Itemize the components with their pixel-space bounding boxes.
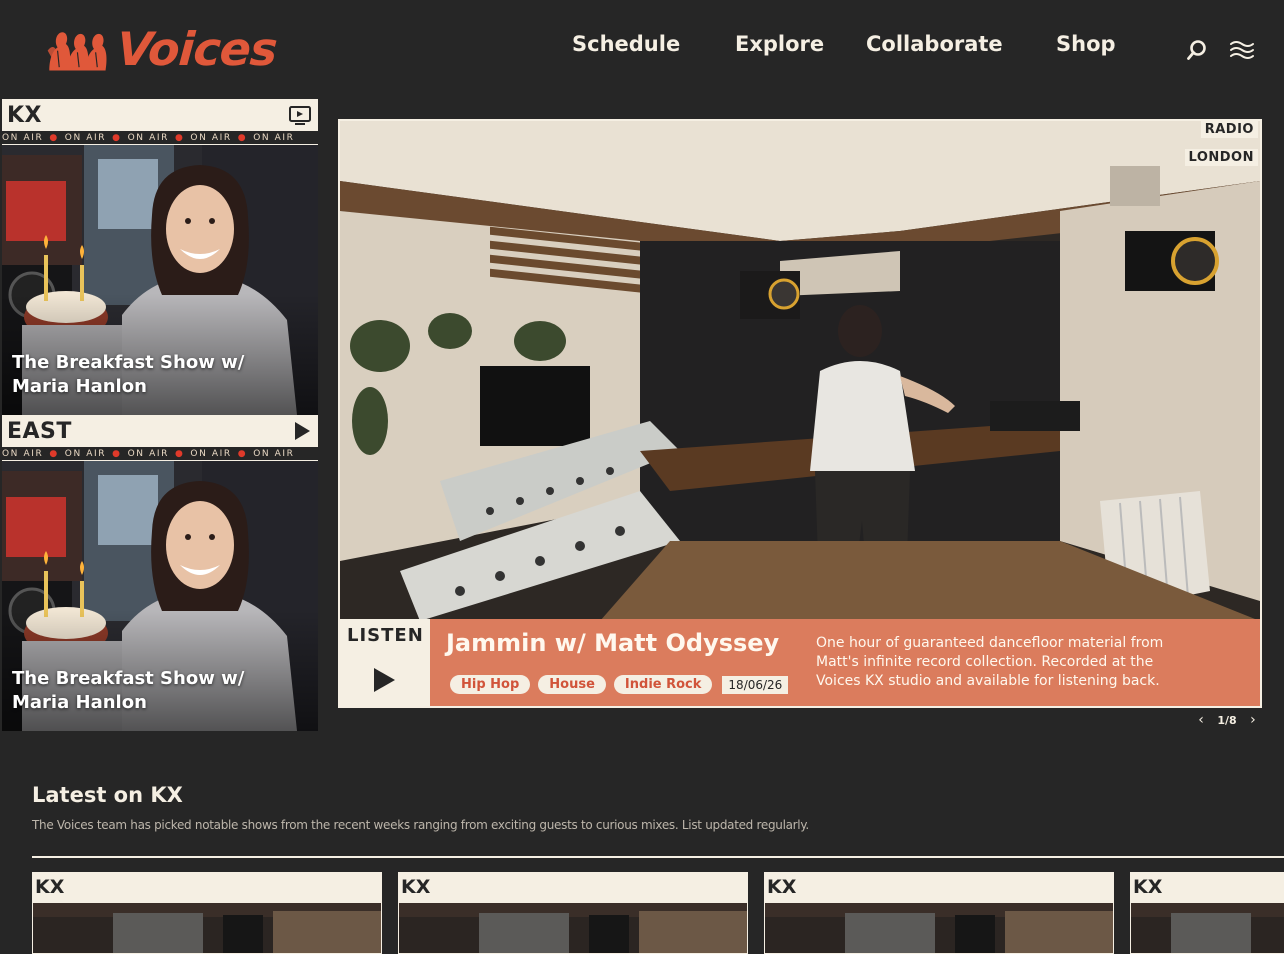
carousel-count: 1/8: [1217, 713, 1237, 727]
on-air-ticker: ON AIR ● ON AIR ● ON AIR ● ON AIR ● ON AIR: [2, 131, 318, 145]
show-date: 18/06/26: [722, 675, 789, 694]
chevron-left-icon[interactable]: ‹: [1194, 712, 1208, 728]
section-title: Latest on KX: [32, 783, 183, 807]
card-channel-label: KX: [33, 873, 381, 903]
site-header: Voices Schedule Explore Collaborate Shop: [0, 0, 1284, 98]
carousel-pager: ‹ 1/8 ›: [1194, 711, 1260, 729]
play-icon[interactable]: [292, 420, 312, 442]
channel-header: KX: [2, 99, 318, 131]
show-description: One hour of guaranteed dancefloor materi…: [816, 635, 1164, 689]
card-thumbnail: [33, 903, 381, 953]
listen-label: LISTEN: [347, 625, 424, 646]
studio-photo: [340, 121, 1260, 621]
channel-header: EAST: [2, 415, 318, 447]
menu-icon: [1230, 41, 1254, 59]
tag-radio: RADIO: [1200, 121, 1258, 138]
play-icon[interactable]: [370, 665, 398, 695]
nav-explore[interactable]: Explore: [735, 32, 824, 56]
show-card[interactable]: KX: [398, 872, 748, 954]
nav-schedule[interactable]: Schedule: [572, 32, 680, 56]
host-photo: The Breakfast Show w/ Maria Hanlon: [2, 145, 318, 415]
show-info-panel: Jammin w/ Matt Odyssey Hip Hop House Ind…: [430, 619, 1260, 706]
host-photo: The Breakfast Show w/ Maria Hanlon: [2, 461, 318, 731]
on-air-ticker: ON AIR ● ON AIR ● ON AIR ● ON AIR ● ON AIR: [2, 447, 318, 461]
card-thumbnail: [765, 903, 1113, 953]
show-card[interactable]: KX: [1130, 872, 1284, 954]
main-nav: Schedule Explore Collaborate Shop: [0, 30, 1284, 64]
channel-show-title[interactable]: The Breakfast Show w/ Maria Hanlon: [12, 351, 272, 399]
listen-panel[interactable]: LISTEN: [340, 619, 430, 706]
card-channel-label: KX: [765, 873, 1113, 903]
card-channel-label: KX: [399, 873, 747, 903]
genre-tag-hip-hop[interactable]: Hip Hop: [450, 675, 531, 694]
genre-tag-indie-rock[interactable]: Indie Rock: [613, 675, 713, 694]
tag-london: LONDON: [1184, 149, 1258, 166]
channel-show-title[interactable]: The Breakfast Show w/ Maria Hanlon: [12, 667, 272, 715]
menu-button[interactable]: [1228, 36, 1256, 64]
nav-collaborate[interactable]: Collaborate: [866, 32, 1003, 56]
featured-show[interactable]: RADIO LONDON LISTEN Jammin w/ Matt Odyss…: [338, 119, 1262, 708]
card-thumbnail: [1131, 903, 1284, 953]
channel-name: KX: [7, 102, 43, 128]
show-card[interactable]: KX: [764, 872, 1114, 954]
section-description: The Voices team has picked notable shows…: [32, 818, 809, 832]
channel-card-east[interactable]: EAST ON AIR ● ON AIR ● ON AIR ● ON AIR ● ON AIR: [2, 415, 318, 731]
nav-shop[interactable]: Shop: [1056, 32, 1116, 56]
show-title[interactable]: Jammin w/ Matt Odyssey: [446, 629, 779, 657]
chevron-right-icon[interactable]: ›: [1246, 712, 1260, 728]
search-button[interactable]: [1183, 36, 1211, 64]
channel-name: EAST: [7, 418, 72, 444]
card-channel-label: KX: [1131, 873, 1284, 903]
channel-card-kx[interactable]: KX ON AIR ● ON AIR ● ON AIR ● ON AIR ● ON AIR: [2, 99, 318, 415]
card-thumbnail: [399, 903, 747, 953]
section-divider: [32, 856, 1284, 858]
genre-tags: Hip Hop House Indie Rock 18/06/26: [450, 675, 789, 694]
genre-tag-house[interactable]: House: [538, 675, 606, 694]
show-card[interactable]: KX: [32, 872, 382, 954]
tv-icon[interactable]: [288, 105, 312, 125]
search-icon: [1187, 40, 1206, 60]
